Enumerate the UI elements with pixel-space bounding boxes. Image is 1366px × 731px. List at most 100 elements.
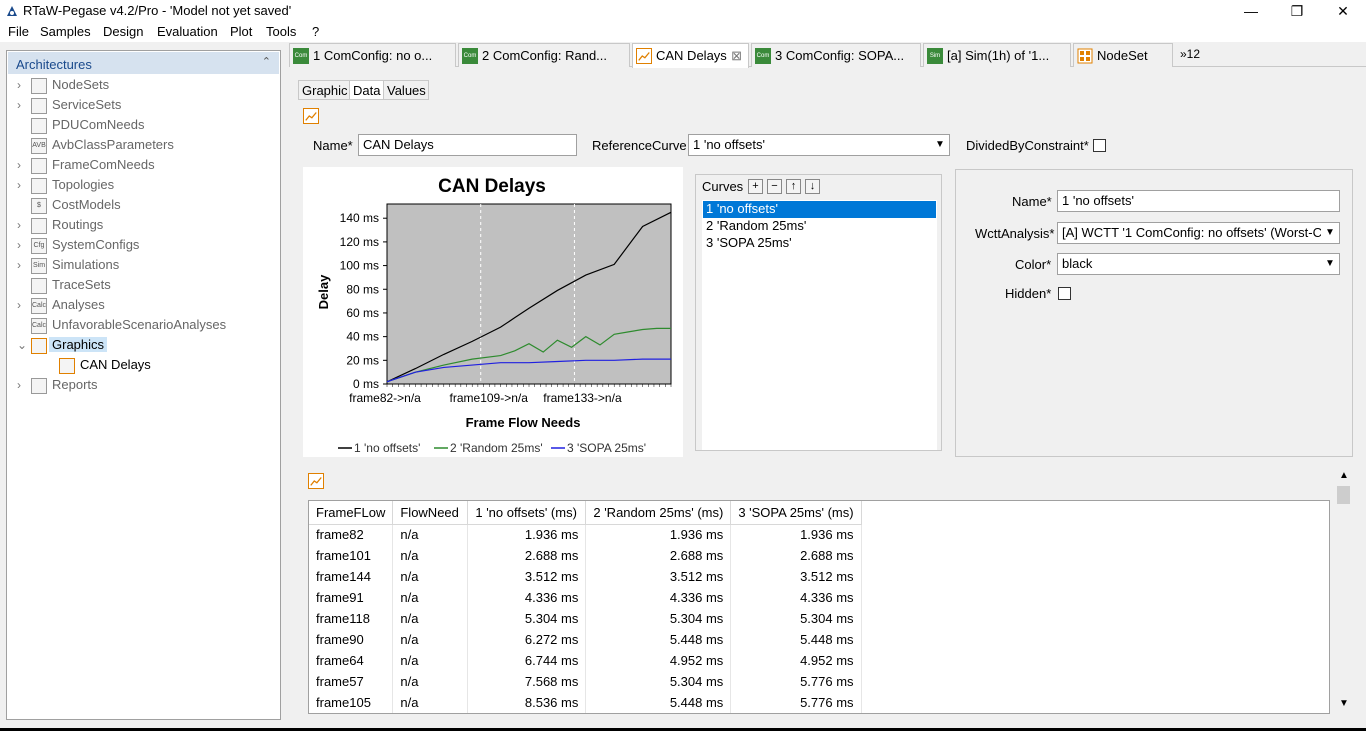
table-row[interactable]: frame90 n/a 6.272 ms 5.448 ms 5.448 ms [309,629,862,650]
column-header[interactable]: 2 'Random 25ms' (ms) [585,501,732,525]
expand-right-icon[interactable]: › [17,178,27,192]
menu-design[interactable]: Design [103,24,143,39]
table-row[interactable]: frame144 n/a 3.512 ms 3.512 ms 3.512 ms [309,566,862,587]
x-tick-label: frame82->n/a [349,391,421,405]
expand-right-icon[interactable]: › [17,238,27,252]
table-row[interactable]: frame118 n/a 5.304 ms 5.304 ms 5.304 ms [309,608,862,629]
tree-item-label: Reports [52,377,98,392]
maximize-button[interactable]: ❐ [1274,0,1320,22]
divided-by-constraint-checkbox[interactable] [1093,139,1106,152]
scroll-up-icon[interactable]: ▲ [1339,470,1349,481]
minimize-button[interactable]: — [1228,0,1274,22]
report-icon [31,378,47,394]
curves-list: 1 'no offsets' 2 'Random 25ms' 3 'SOPA 2… [702,200,937,450]
color-select[interactable]: black ▼ [1057,253,1340,275]
table-row[interactable]: frame105 n/a 8.536 ms 5.448 ms 5.776 ms [309,692,862,713]
tab-nodeset[interactable]: NodeSet [1073,43,1173,67]
reference-curve-select[interactable]: 1 'no offsets' ▼ [688,134,950,156]
column-header[interactable]: FrameFLow [309,501,394,525]
remove-curve-button[interactable]: − [767,179,782,194]
table-cell: n/a [392,587,469,608]
curve-name-input[interactable]: 1 'no offsets' [1057,190,1340,212]
add-curve-button[interactable]: + [748,179,763,194]
table-cell: 6.744 ms [467,650,587,671]
tab-label: NodeSet [1097,48,1148,63]
menu-help[interactable]: ? [312,24,319,39]
wctt-analysis-select[interactable]: [A] WCTT '1 ComConfig: no offsets' (Wors… [1057,222,1340,244]
table-cell: 4.952 ms [585,650,732,671]
chart-icon [636,48,652,64]
column-header[interactable]: FlowNeed [392,501,469,525]
table-cell: n/a [392,524,469,545]
expand-right-icon[interactable]: › [17,98,27,112]
legend-label: 1 'no offsets' [354,441,420,455]
divided-by-constraint-label: DividedByConstraint* [966,138,1089,153]
menu-samples[interactable]: Samples [40,24,91,39]
table-cell: 5.304 ms [730,608,862,629]
table-row[interactable]: frame101 n/a 2.688 ms 2.688 ms 2.688 ms [309,545,862,566]
expand-down-icon[interactable]: ⌄ [17,338,27,352]
curve-item-sopa[interactable]: 3 'SOPA 25ms' [703,235,936,252]
menu-plot[interactable]: Plot [230,24,252,39]
reference-curve-label: ReferenceCurve [592,138,687,153]
simulation-icon: Sim [31,258,47,274]
window-title: RTaW-Pegase v4.2/Pro - 'Model not yet sa… [23,3,292,18]
expand-right-icon[interactable]: › [17,298,27,312]
table-row[interactable]: frame91 n/a 4.336 ms 4.336 ms 4.336 ms [309,587,862,608]
table-row[interactable]: frame57 n/a 7.568 ms 5.304 ms 5.776 ms [309,671,862,692]
chart-svg: CAN Delays Delay Frame Flow Needs 0 ms 20… [316,176,672,455]
expand-right-icon[interactable]: › [17,378,27,392]
menu-evaluation[interactable]: Evaluation [157,24,218,39]
table-row[interactable]: frame82 n/a 1.936 ms 1.936 ms 1.936 ms [309,524,862,545]
name-label: Name* [313,138,353,153]
table-row[interactable]: frame64 n/a 6.744 ms 4.952 ms 4.952 ms [309,650,862,671]
close-tab-icon[interactable]: ⊠ [731,48,742,64]
scroll-thumb[interactable] [1337,486,1350,504]
tree-item-label: CostModels [52,197,121,212]
table-cell: 5.448 ms [730,629,862,650]
tab-comconfig-random[interactable]: Com 2 ComConfig: Rand... [458,43,630,67]
name-input[interactable]: CAN Delays [358,134,577,156]
nodeset-icon [1077,48,1093,64]
tab-comconfig-no-offsets[interactable]: Com 1 ComConfig: no o... [289,43,456,67]
menu-tools[interactable]: Tools [266,24,296,39]
collapse-icon[interactable]: ⌃ [262,55,271,68]
move-down-button[interactable]: ↓ [805,179,820,194]
curve-item-no-offsets[interactable]: 1 'no offsets' [703,201,936,218]
tab-can-delays[interactable]: CAN Delays ⊠ [632,43,749,68]
table-cell: 5.776 ms [730,671,862,692]
table-cell: 6.272 ms [467,629,587,650]
chart-title: CAN Delays [438,176,546,197]
table-cell: n/a [392,545,469,566]
com-icon: Com [293,48,309,64]
tree-item-label: TraceSets [52,277,111,292]
move-up-button[interactable]: ↑ [786,179,801,194]
tab-label: [a] Sim(1h) of '1... [947,48,1050,63]
expand-right-icon[interactable]: › [17,78,27,92]
expand-right-icon[interactable]: › [17,218,27,232]
expand-right-icon[interactable]: › [17,158,27,172]
table-cell: frame64 [309,650,394,671]
column-header[interactable]: 3 'SOPA 25ms' (ms) [730,501,862,525]
table-cell: 5.304 ms [585,671,732,692]
hidden-checkbox[interactable] [1058,287,1071,300]
tab-overflow-button[interactable]: »12 [1180,47,1200,61]
menu-file[interactable]: File [8,24,29,39]
subtab-values[interactable]: Values [383,80,429,100]
tab-simulation[interactable]: Sim [a] Sim(1h) of '1... [923,43,1071,67]
expand-right-icon[interactable]: › [17,258,27,272]
subtab-data[interactable]: Data [349,80,384,100]
scroll-down-icon[interactable]: ▼ [1339,698,1349,709]
column-header[interactable]: 1 'no offsets' (ms) [467,501,587,525]
y-tick-label: 0 ms [353,377,379,391]
curve-item-random[interactable]: 2 'Random 25ms' [703,218,936,235]
table-cell: 1.936 ms [467,524,587,545]
editor-tab-bar: Com 1 ComConfig: no o... Com 2 ComConfig… [289,43,1366,68]
routing-icon [31,218,47,234]
tab-comconfig-sopa[interactable]: Com 3 ComConfig: SOPA... [751,43,921,67]
tree-item-label: AvbClassParameters [52,137,174,152]
table-scrollbar[interactable]: ▲ ▼ [1336,470,1351,714]
subtab-graphic[interactable]: Graphic [298,80,350,100]
close-button[interactable]: ✕ [1320,0,1366,22]
color-label: Color* [1015,257,1052,272]
